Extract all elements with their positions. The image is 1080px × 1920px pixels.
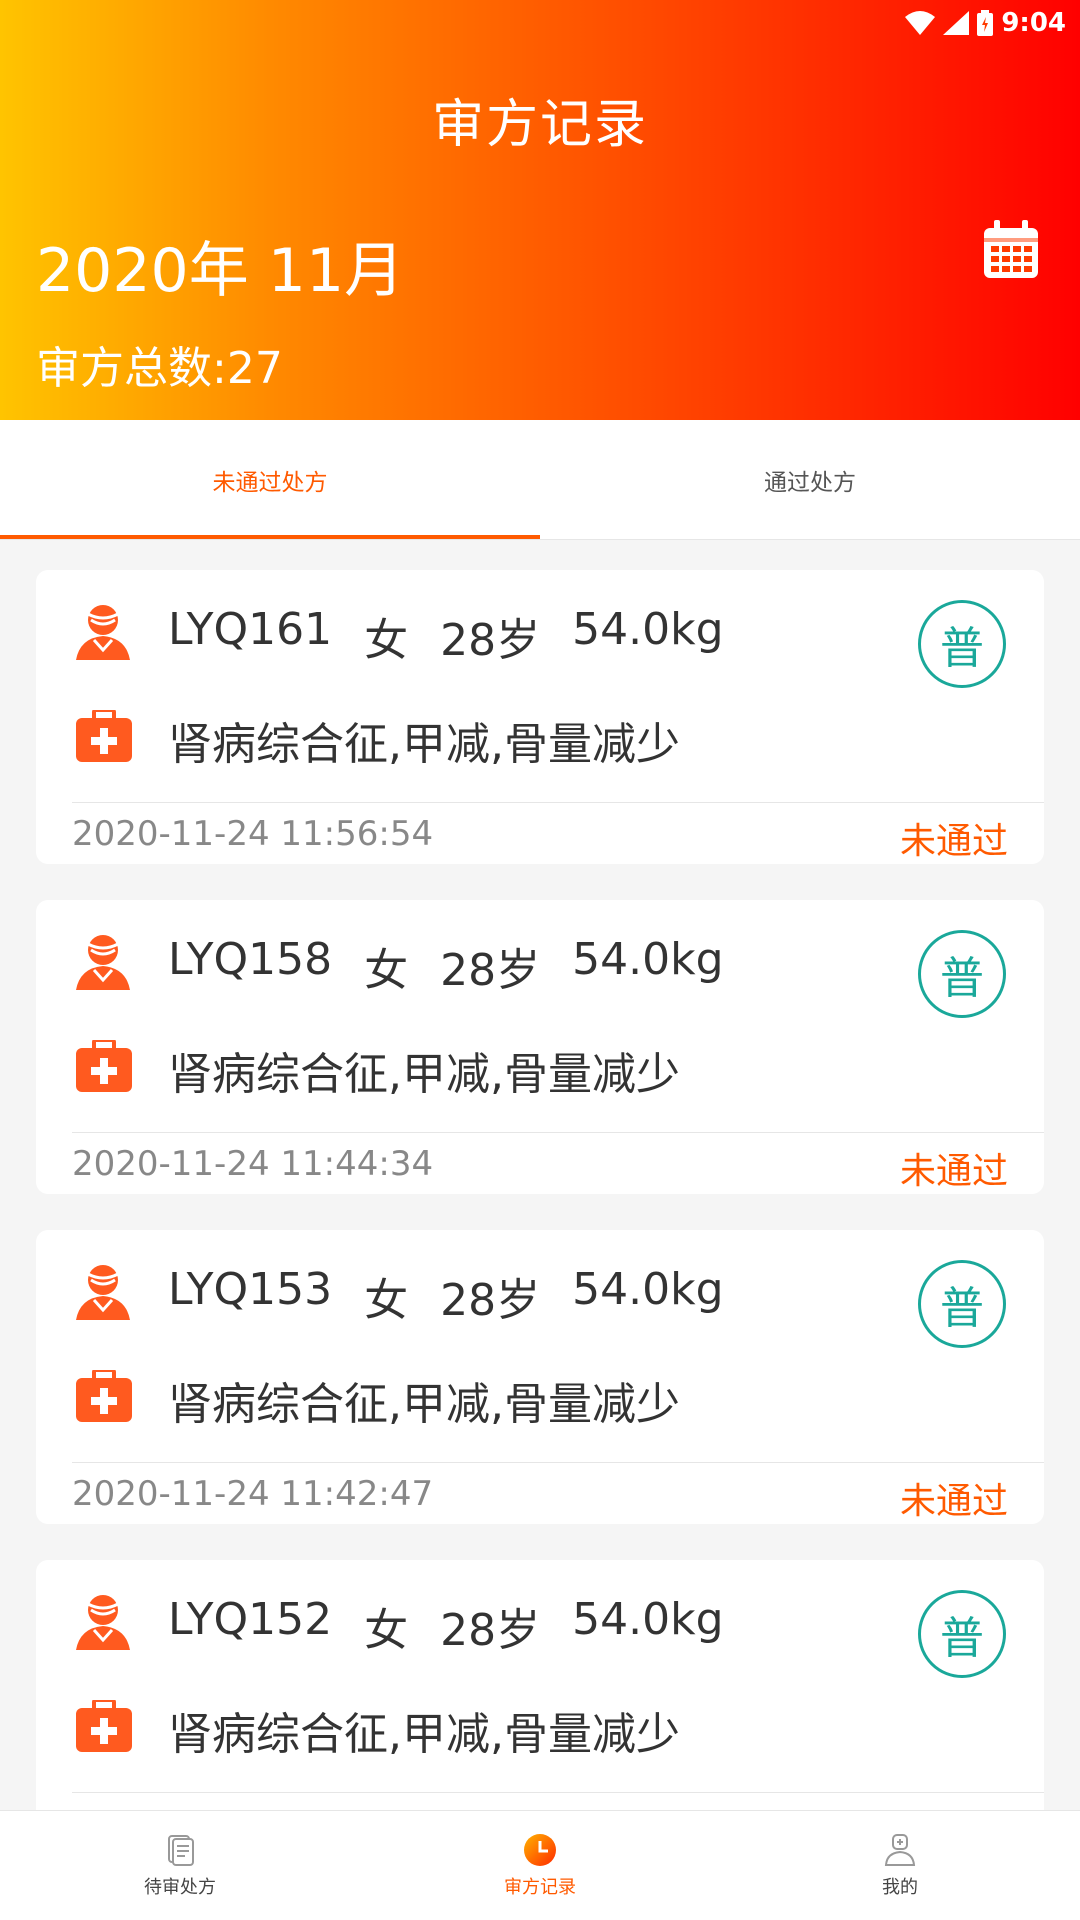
type-badge: 普 xyxy=(918,1590,1006,1678)
patient-icon xyxy=(76,605,130,660)
divider xyxy=(72,1792,1044,1793)
patient-id: LYQ152 xyxy=(168,1594,333,1645)
status-label: 未通过 xyxy=(899,1481,1008,1522)
nav-pending-label: 待审处方 xyxy=(144,1876,216,1898)
status-label: 未通过 xyxy=(899,821,1008,862)
doctor-icon xyxy=(884,1833,916,1866)
patient-icon xyxy=(76,935,130,990)
medical-kit-icon xyxy=(76,1370,132,1422)
header: 9:04 审方记录 2020年 11月 审方总数:27 xyxy=(0,0,1080,420)
medical-kit-icon xyxy=(76,1700,132,1752)
patient-weight: 54.0kg xyxy=(572,934,724,985)
medical-kit-icon xyxy=(76,710,132,762)
medical-kit-icon xyxy=(76,1040,132,1092)
patient-age: 28岁 xyxy=(440,1605,541,1656)
diagnosis: 肾病综合征,甲减,骨量减少 xyxy=(168,1049,680,1100)
diagnosis: 肾病综合征,甲减,骨量减少 xyxy=(168,1379,680,1430)
total-count: 审方总数:27 xyxy=(36,343,283,394)
patient-info: LYQ153 女 28岁 54.0kg xyxy=(168,1264,756,1328)
page-title: 审方记录 xyxy=(431,95,648,155)
record-time: 2020-11-24 11:42:47 xyxy=(72,1474,434,1514)
tab-rejected[interactable]: 未通过处方 xyxy=(0,420,540,539)
document-icon xyxy=(168,1834,194,1866)
bottom-nav: 待审处方 审方记录 我的 xyxy=(0,1810,1080,1920)
patient-age: 28岁 xyxy=(440,1275,541,1326)
record-card[interactable]: LYQ161 女 28岁 54.0kg 普 肾病综合征,甲减,骨量减少 2020… xyxy=(36,570,1044,864)
nav-pending[interactable]: 待审处方 xyxy=(0,1811,360,1920)
patient-gender: 女 xyxy=(364,945,409,996)
record-time: 2020-11-24 11:44:34 xyxy=(72,1144,434,1184)
month-selector[interactable]: 2020年 11月 xyxy=(36,222,404,309)
nav-mine[interactable]: 我的 xyxy=(720,1811,1080,1920)
type-badge: 普 xyxy=(918,600,1006,688)
type-badge: 普 xyxy=(918,1260,1006,1348)
divider xyxy=(72,1462,1044,1463)
divider xyxy=(72,802,1044,803)
record-list[interactable]: LYQ161 女 28岁 54.0kg 普 肾病综合征,甲减,骨量减少 2020… xyxy=(36,570,1044,1810)
record-time: 2020-11-24 11:56:54 xyxy=(72,814,434,854)
patient-id: LYQ161 xyxy=(168,604,333,655)
patient-weight: 54.0kg xyxy=(572,604,724,655)
tab-approved[interactable]: 通过处方 xyxy=(540,420,1080,539)
clock-icon xyxy=(524,1833,556,1866)
patient-icon xyxy=(76,1265,130,1320)
type-badge: 普 xyxy=(918,930,1006,1018)
battery-icon xyxy=(977,10,994,36)
calendar-icon[interactable] xyxy=(982,220,1040,280)
record-card[interactable]: LYQ158 女 28岁 54.0kg 普 肾病综合征,甲减,骨量减少 2020… xyxy=(36,900,1044,1194)
diagnosis: 肾病综合征,甲减,骨量减少 xyxy=(168,1709,680,1760)
wifi-icon xyxy=(905,11,936,35)
signal-icon xyxy=(943,11,970,35)
patient-age: 28岁 xyxy=(440,615,541,666)
patient-info: LYQ158 女 28岁 54.0kg xyxy=(168,934,756,998)
tab-bar: 未通过处方 通过处方 xyxy=(0,420,1080,540)
status-bar: 9:04 xyxy=(905,6,1066,40)
patient-gender: 女 xyxy=(364,1605,409,1656)
clock-time: 9:04 xyxy=(1001,8,1066,38)
patient-info: LYQ161 女 28岁 54.0kg xyxy=(168,604,756,668)
status-label: 未通过 xyxy=(899,1151,1008,1192)
divider xyxy=(72,1132,1044,1133)
patient-gender: 女 xyxy=(364,1275,409,1326)
patient-id: LYQ158 xyxy=(168,934,333,985)
patient-weight: 54.0kg xyxy=(572,1264,724,1315)
patient-weight: 54.0kg xyxy=(572,1594,724,1645)
patient-id: LYQ153 xyxy=(168,1264,333,1315)
nav-records-label: 审方记录 xyxy=(504,1876,576,1898)
record-card[interactable]: LYQ152 女 28岁 54.0kg 普 肾病综合征,甲减,骨量减少 xyxy=(36,1560,1044,1810)
patient-age: 28岁 xyxy=(440,945,541,996)
record-card[interactable]: LYQ153 女 28岁 54.0kg 普 肾病综合征,甲减,骨量减少 2020… xyxy=(36,1230,1044,1524)
diagnosis: 肾病综合征,甲减,骨量减少 xyxy=(168,719,680,770)
nav-records[interactable]: 审方记录 xyxy=(360,1811,720,1920)
patient-info: LYQ152 女 28岁 54.0kg xyxy=(168,1594,756,1658)
patient-icon xyxy=(76,1595,130,1650)
patient-gender: 女 xyxy=(364,615,409,666)
nav-mine-label: 我的 xyxy=(882,1876,918,1898)
